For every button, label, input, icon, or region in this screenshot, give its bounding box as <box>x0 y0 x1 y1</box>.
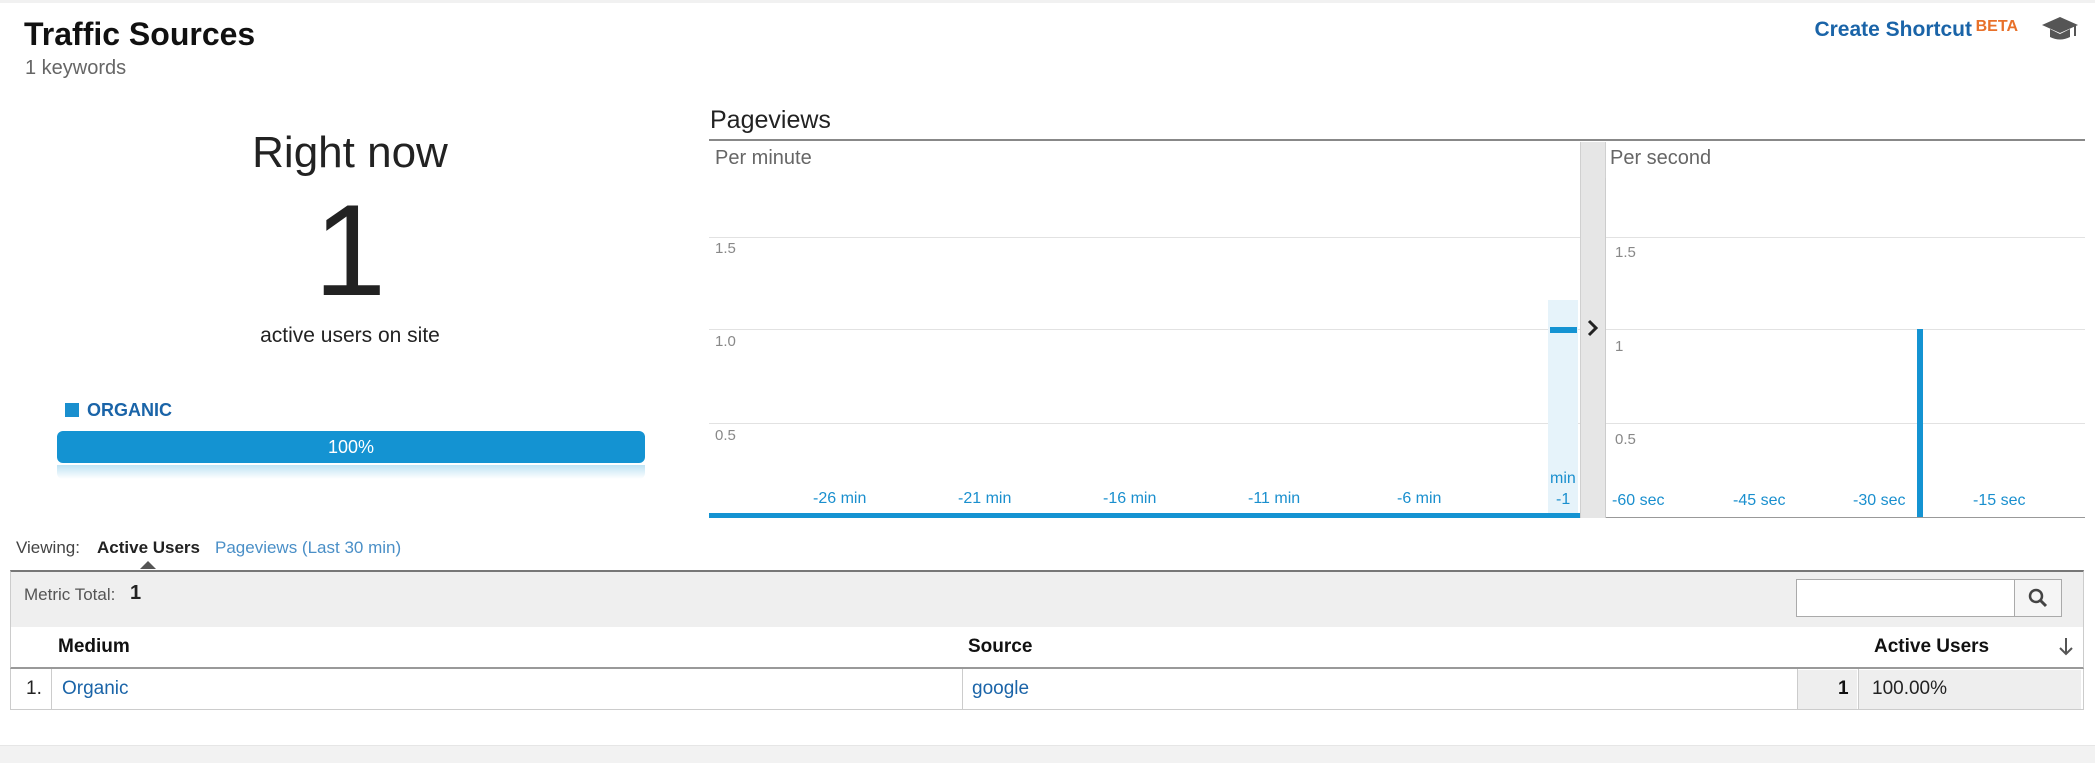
source-link[interactable]: google <box>972 678 1029 700</box>
per-minute-bar <box>1550 327 1577 333</box>
y-tick: 0.5 <box>1615 431 1636 448</box>
table-search-input[interactable] <box>1796 579 2018 617</box>
cell-separator <box>51 669 52 709</box>
organic-legend-label: ORGANIC <box>87 400 172 420</box>
y-tick: 1.5 <box>1615 244 1636 261</box>
pageviews-title: Pageviews <box>710 106 831 134</box>
cell-separator <box>1797 669 1798 709</box>
x-tick: -21 min <box>958 490 1012 507</box>
page-subtitle: 1 keywords <box>25 57 127 79</box>
gridline-1-5 <box>709 237 1580 238</box>
active-users-percent: 100.00% <box>1872 678 1948 699</box>
y-tick: 0.5 <box>715 427 736 444</box>
top-border <box>0 0 2095 3</box>
x-tick-min: min <box>1550 470 1576 487</box>
sort-down-arrow-icon[interactable] <box>2058 636 2074 658</box>
pageviews-tab[interactable]: Pageviews (Last 30 min) <box>215 538 401 558</box>
table-header <box>10 627 2084 669</box>
metric-total-value: 1 <box>130 582 142 604</box>
chevron-right-icon[interactable] <box>1585 318 1601 338</box>
gridline-1-0 <box>709 329 1580 330</box>
cell-separator <box>1858 669 1859 709</box>
table-row <box>10 669 2084 710</box>
x-tick: -11 min <box>1248 490 1301 507</box>
per-second-baseline <box>1606 517 2085 518</box>
column-header-active-users[interactable]: Active Users <box>1874 636 1989 658</box>
row-index: 1. <box>26 678 42 699</box>
per-second-bar <box>1917 329 1924 517</box>
per-minute-label: Per minute <box>715 147 812 169</box>
metric-total-bar <box>10 570 2084 628</box>
bar-reflection <box>57 465 645 479</box>
organic-percent-bar[interactable]: 100% <box>57 431 645 463</box>
gridline-0-5 <box>709 423 1580 424</box>
active-users-value: 1 <box>1838 678 1849 699</box>
graduation-cap-icon[interactable] <box>2041 14 2079 44</box>
x-tick: -16 min <box>1103 490 1157 507</box>
pageviews-rule <box>709 139 2085 141</box>
y-tick: 1.5 <box>715 240 736 257</box>
x-tick: -45 sec <box>1733 492 1786 509</box>
x-tick: -26 min <box>813 490 867 507</box>
search-button[interactable] <box>2014 579 2062 617</box>
metric-total-label: Metric Total: <box>24 585 116 604</box>
create-shortcut-link[interactable]: Create Shortcut <box>1814 18 1972 42</box>
search-icon <box>2028 588 2048 608</box>
column-header-source[interactable]: Source <box>968 636 1032 658</box>
active-tab-caret <box>140 561 156 569</box>
beta-badge: BETA <box>1975 18 2018 35</box>
y-tick: 1 <box>1615 338 1624 355</box>
x-tick: -15 sec <box>1973 492 2026 509</box>
gridline-1 <box>1606 329 2085 330</box>
active-users-tab[interactable]: Active Users <box>97 538 200 558</box>
x-tick: -6 min <box>1397 490 1442 507</box>
organic-legend-swatch <box>65 403 79 417</box>
active-users-label: active users on site <box>260 324 440 347</box>
footer-band <box>0 745 2095 763</box>
x-tick: -60 sec <box>1612 492 1665 509</box>
y-tick: 1.0 <box>715 333 736 350</box>
cell-separator <box>962 669 963 709</box>
per-minute-baseline <box>709 513 1580 518</box>
gridline-1-5 <box>1606 237 2085 238</box>
page-title: Traffic Sources <box>24 16 256 52</box>
active-users-count: 1 <box>313 177 387 323</box>
per-second-label: Per second <box>1610 147 1712 169</box>
x-tick: -30 sec <box>1853 492 1906 509</box>
right-now-title: Right now <box>252 128 448 177</box>
medium-link[interactable]: Organic <box>62 678 129 700</box>
gridline-0-5 <box>1606 423 2085 424</box>
per-second-axis <box>1605 178 1606 518</box>
viewing-label: Viewing: <box>16 538 80 557</box>
column-header-medium[interactable]: Medium <box>58 636 130 658</box>
x-tick-minus-one: -1 <box>1556 491 1571 508</box>
